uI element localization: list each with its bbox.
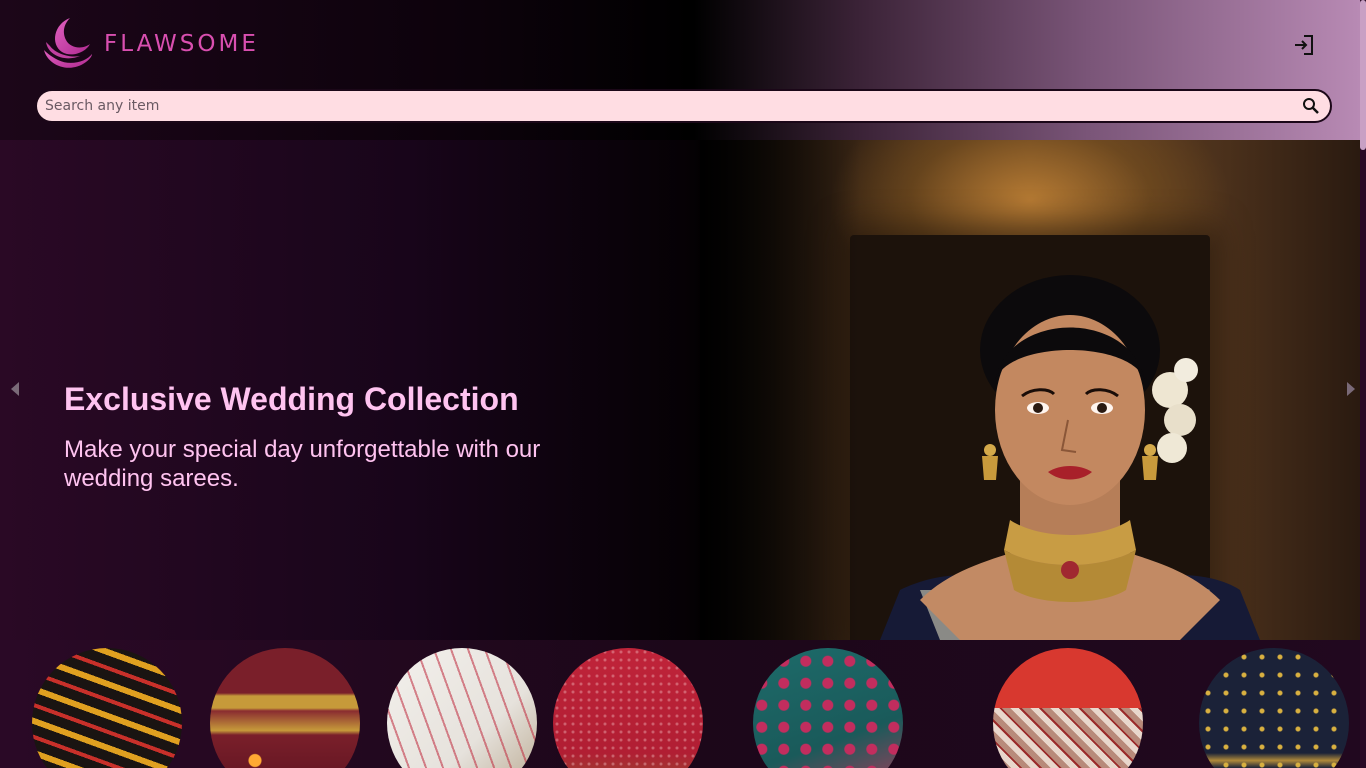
hero-image-fade xyxy=(700,140,860,640)
hero-model-image xyxy=(880,275,1260,640)
scrollbar-thumb[interactable] xyxy=(1360,0,1366,150)
chevron-left-icon xyxy=(11,382,19,396)
page-scrollbar[interactable] xyxy=(1360,0,1366,768)
search-icon[interactable] xyxy=(1302,97,1320,115)
login-button[interactable] xyxy=(1290,32,1318,58)
category-item[interactable] xyxy=(32,648,182,768)
chevron-right-icon xyxy=(1347,382,1355,396)
hero-title: Exclusive Wedding Collection xyxy=(64,381,519,417)
category-strip xyxy=(0,640,1360,768)
category-item[interactable] xyxy=(387,648,537,768)
category-item[interactable] xyxy=(1199,648,1349,768)
site-header: FLAWSOME xyxy=(0,0,1360,140)
category-item[interactable] xyxy=(553,648,703,768)
carousel-prev-button[interactable] xyxy=(8,378,22,400)
category-item[interactable] xyxy=(753,648,903,768)
hero-subtitle: Make your special day unforgettable with… xyxy=(64,436,541,492)
search-bar xyxy=(35,89,1332,123)
hero-image xyxy=(700,140,1360,640)
search-input[interactable] xyxy=(45,91,1285,121)
hero-banner: Exclusive Wedding Collection Make your s… xyxy=(0,140,1360,640)
brand-name[interactable]: FLAWSOME xyxy=(104,31,259,57)
category-item[interactable] xyxy=(993,648,1143,768)
category-item[interactable] xyxy=(210,648,360,768)
carousel-next-button[interactable] xyxy=(1344,378,1358,400)
brand-logo[interactable] xyxy=(42,16,92,72)
login-icon xyxy=(1295,35,1313,55)
